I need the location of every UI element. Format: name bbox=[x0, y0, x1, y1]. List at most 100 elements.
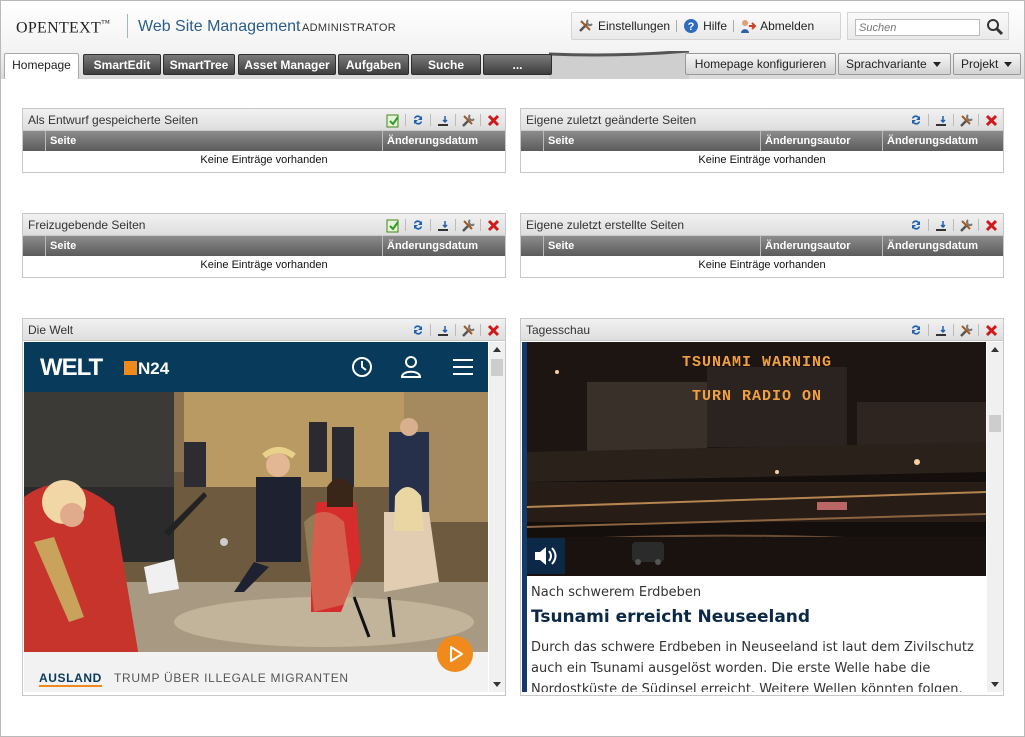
close-icon[interactable] bbox=[983, 217, 999, 233]
panel-release: Freizugebende Seiten Seite Änderungsdatu… bbox=[22, 213, 506, 278]
tools-icon[interactable] bbox=[460, 322, 476, 338]
teaser-headline[interactable]: TRUMP ÜBER ILLEGALE MIGRANTEN bbox=[114, 671, 349, 685]
welt-teaser-bar[interactable]: AUSLAND TRUMP ÜBER ILLEGALE MIGRANTEN bbox=[24, 652, 488, 692]
search-box bbox=[847, 12, 1009, 40]
close-icon[interactable] bbox=[485, 112, 501, 128]
empty-message: Keine Einträge vorhanden bbox=[698, 154, 826, 166]
scroll-down-icon[interactable] bbox=[493, 682, 501, 687]
category-label[interactable]: AUSLAND bbox=[39, 671, 102, 687]
column-header-date[interactable]: Änderungsdatum bbox=[882, 131, 1003, 151]
column-header-date[interactable]: Änderungsdatum bbox=[382, 131, 505, 151]
configure-homepage-button[interactable]: Homepage konfigurieren bbox=[685, 53, 836, 75]
audio-button[interactable] bbox=[527, 538, 565, 574]
column-header-page[interactable]: Seite bbox=[45, 236, 382, 256]
tools-icon[interactable] bbox=[460, 112, 476, 128]
welt-logo[interactable]: WELT bbox=[40, 354, 103, 382]
project-dropdown[interactable]: Projekt bbox=[953, 53, 1021, 75]
panel-actions bbox=[904, 322, 999, 338]
open-pages-icon[interactable] bbox=[385, 112, 401, 128]
empty-message: Keine Einträge vorhanden bbox=[200, 154, 328, 166]
tab-homepage[interactable]: Homepage bbox=[4, 53, 79, 79]
article-headline[interactable]: Tsunami erreicht Neuseeland bbox=[531, 607, 810, 627]
column-header-page[interactable]: Seite bbox=[543, 131, 760, 151]
welt-news-photo[interactable] bbox=[24, 392, 488, 652]
tab-bar-swoosh bbox=[549, 51, 689, 79]
clock-icon[interactable] bbox=[351, 356, 373, 378]
minimize-icon[interactable] bbox=[435, 112, 451, 128]
column-header-page[interactable]: Seite bbox=[543, 236, 760, 256]
refresh-icon[interactable] bbox=[410, 322, 426, 338]
play-icon bbox=[450, 646, 463, 662]
refresh-icon[interactable] bbox=[908, 322, 924, 338]
close-icon[interactable] bbox=[983, 322, 999, 338]
panel-title: Eigene zuletzt geänderte Seiten bbox=[526, 113, 697, 127]
header-toolbar: Einstellungen ? Hilfe Abmelden bbox=[571, 12, 841, 40]
minimize-icon[interactable] bbox=[933, 217, 949, 233]
panel-title: Als Entwurf gespeicherte Seiten bbox=[28, 113, 199, 127]
tagesschau-news-photo[interactable]: TSUNAMI WARNING TURN RADIO ON bbox=[527, 342, 986, 576]
column-header-author[interactable]: Änderungsautor bbox=[760, 236, 882, 256]
logout-icon bbox=[741, 20, 757, 33]
refresh-icon[interactable] bbox=[410, 112, 426, 128]
minimize-icon[interactable] bbox=[435, 322, 451, 338]
search-icon[interactable] bbox=[986, 18, 1004, 36]
table-header-blank bbox=[521, 131, 543, 151]
panel-actions bbox=[904, 217, 999, 233]
refresh-icon[interactable] bbox=[908, 112, 924, 128]
open-pages-icon[interactable] bbox=[385, 217, 401, 233]
tab-more[interactable]: ... bbox=[483, 54, 552, 75]
settings-label: Einstellungen bbox=[598, 19, 671, 33]
close-icon[interactable] bbox=[485, 217, 501, 233]
minimize-icon[interactable] bbox=[435, 217, 451, 233]
table-header: Seite Änderungsautor Änderungsdatum bbox=[521, 131, 1003, 151]
tab-aufgaben[interactable]: Aufgaben bbox=[338, 54, 409, 75]
panel-actions bbox=[406, 322, 501, 338]
play-button[interactable] bbox=[437, 636, 473, 672]
tools-icon[interactable] bbox=[460, 217, 476, 233]
scroll-up-icon[interactable] bbox=[991, 347, 999, 352]
minimize-icon[interactable] bbox=[933, 112, 949, 128]
welt-scrollbar[interactable] bbox=[489, 342, 505, 692]
tab-suche[interactable]: Suche bbox=[411, 54, 481, 75]
logo-divider bbox=[127, 14, 128, 38]
scroll-up-icon[interactable] bbox=[493, 347, 501, 352]
tools-icon bbox=[579, 19, 593, 32]
logout-button[interactable]: Abmelden bbox=[734, 13, 820, 39]
refresh-icon[interactable] bbox=[410, 217, 426, 233]
column-header-page[interactable]: Seite bbox=[45, 131, 382, 151]
scroll-down-icon[interactable] bbox=[991, 682, 999, 687]
tools-icon[interactable] bbox=[958, 112, 974, 128]
language-variant-dropdown[interactable]: Sprachvariante bbox=[838, 53, 951, 75]
column-header-author[interactable]: Änderungsautor bbox=[760, 131, 882, 151]
column-header-date[interactable]: Änderungsdatum bbox=[382, 236, 505, 256]
settings-button[interactable]: Einstellungen bbox=[572, 13, 676, 39]
menu-icon[interactable] bbox=[452, 357, 474, 377]
tools-icon[interactable] bbox=[958, 217, 974, 233]
user-icon[interactable] bbox=[400, 355, 422, 379]
table-header: Seite Änderungsdatum bbox=[23, 131, 505, 151]
product-name: Web Site Management bbox=[138, 18, 301, 35]
tagesschau-scrollbar[interactable] bbox=[987, 342, 1003, 692]
close-icon[interactable] bbox=[983, 112, 999, 128]
n24-logo: N24 bbox=[124, 359, 169, 379]
close-icon[interactable] bbox=[485, 322, 501, 338]
panel-tagesschau: Tagesschau TSUNAMI WARNING TURN RADIO ON… bbox=[520, 318, 1004, 696]
panel-header: Eigene zuletzt geänderte Seiten bbox=[521, 109, 1003, 131]
panel-actions bbox=[904, 112, 999, 128]
column-header-date[interactable]: Änderungsdatum bbox=[882, 236, 1003, 256]
tab-smartedit[interactable]: SmartEdit bbox=[83, 54, 161, 75]
interview-photo bbox=[24, 392, 488, 652]
search-input[interactable] bbox=[855, 19, 980, 36]
refresh-icon[interactable] bbox=[908, 217, 924, 233]
minimize-icon[interactable] bbox=[933, 322, 949, 338]
help-button[interactable]: ? Hilfe bbox=[677, 13, 733, 39]
tools-icon[interactable] bbox=[958, 322, 974, 338]
scrollbar-thumb[interactable] bbox=[491, 359, 503, 376]
tab-asset-manager[interactable]: Asset Manager bbox=[238, 54, 336, 75]
panel-header: Tagesschau bbox=[521, 319, 1003, 341]
welt-nav-bar: WELT N24 bbox=[24, 342, 488, 392]
tab-smarttree[interactable]: SmartTree bbox=[163, 54, 235, 75]
panel-header: Eigene zuletzt erstellte Seiten bbox=[521, 214, 1003, 236]
scrollbar-thumb[interactable] bbox=[989, 415, 1001, 432]
logout-label: Abmelden bbox=[760, 19, 815, 33]
